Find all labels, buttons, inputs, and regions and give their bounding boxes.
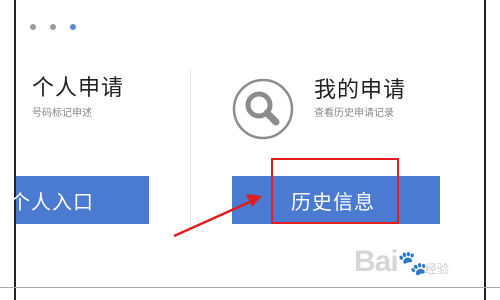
watermark-suffix: 经验 bbox=[425, 262, 450, 276]
paw-icon: 🐾 bbox=[397, 250, 428, 277]
watermark-text: Bai bbox=[354, 245, 399, 278]
app-window: 个人申请 号码标记申述 个人入口 我的申请 查看历史申请记录 历史信息 Bai🐾… bbox=[0, 0, 500, 300]
baidu-watermark: Bai🐾 bbox=[354, 245, 428, 279]
